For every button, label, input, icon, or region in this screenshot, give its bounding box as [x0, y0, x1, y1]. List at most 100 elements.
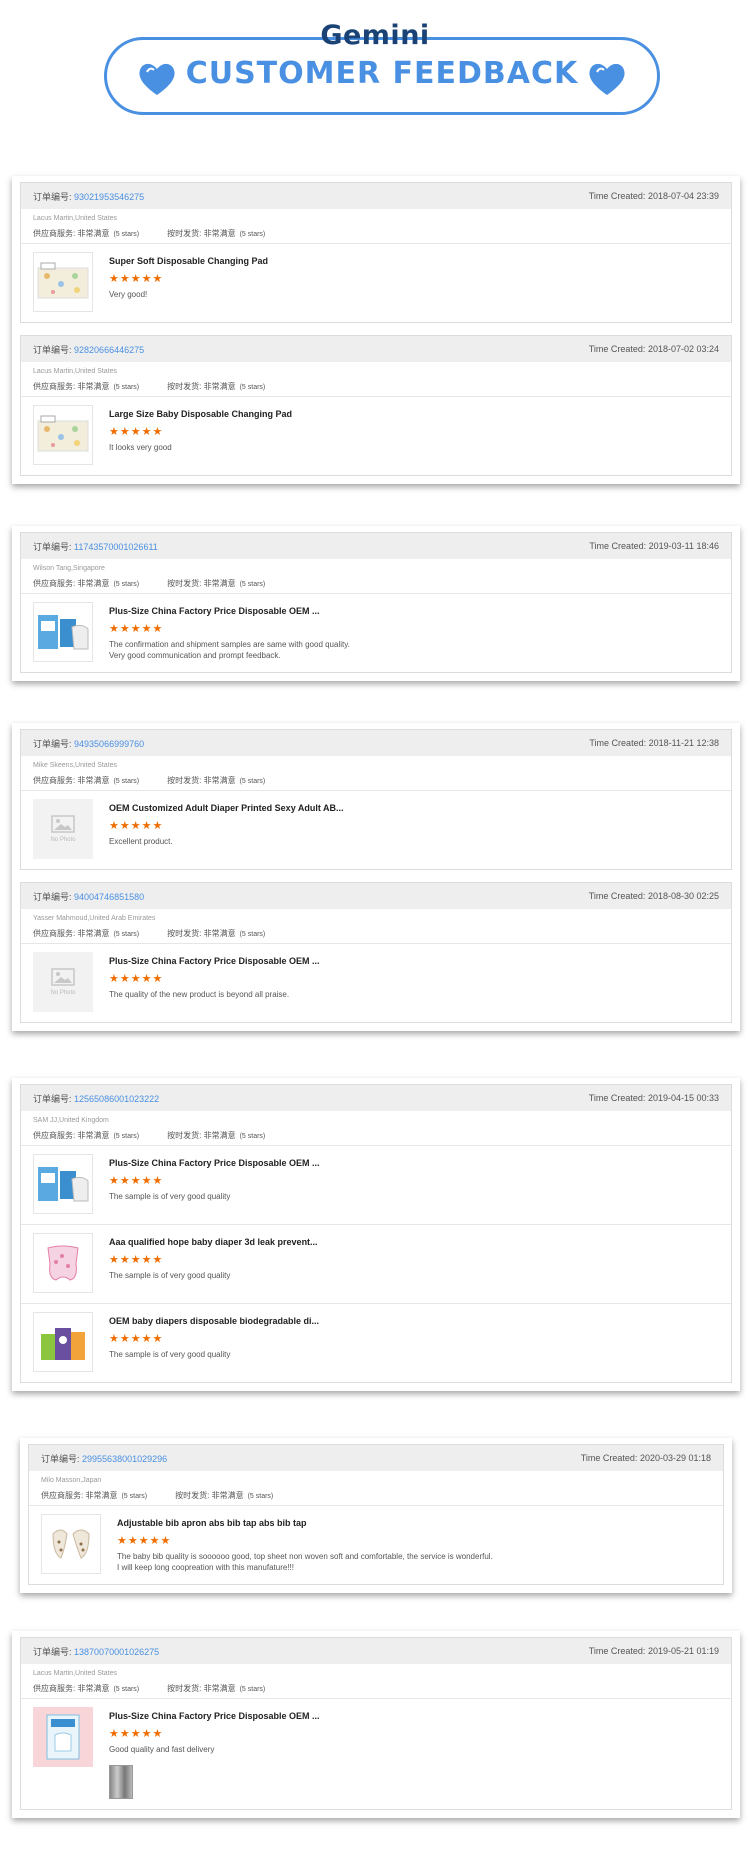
ratings-row: 供应商服务: 非常满意 (5 stars) 按时发货: 非常满意 (5 stars): [33, 1683, 719, 1694]
order-number-link[interactable]: 12565086001023222: [74, 1094, 159, 1104]
review-text: I will keep long coopreation with this m…: [117, 1563, 294, 1572]
feedback-card: 订单编号: 29955638001029296 Time Created: 20…: [20, 1438, 732, 1593]
order-number-link[interactable]: 94935066999760: [74, 739, 144, 749]
order-number-link[interactable]: 93021953546275: [74, 192, 144, 202]
product-title[interactable]: Plus-Size China Factory Price Disposable…: [109, 1158, 320, 1168]
product-thumbnail[interactable]: [33, 602, 93, 662]
order-feedback: 订单编号: 29955638001029296 Time Created: 20…: [28, 1444, 724, 1585]
supplier-service-rating: 供应商服务: 非常满意: [33, 776, 110, 785]
product-thumbnail[interactable]: No Photo: [33, 952, 93, 1012]
product-title[interactable]: Plus-Size China Factory Price Disposable…: [109, 606, 350, 616]
review-text: The baby bib quality is soooooo good, to…: [117, 1552, 493, 1561]
supplier-service-rating: 供应商服务: 非常满意: [33, 579, 110, 588]
order-header: 订单编号: 11743570001026611 Time Created: 20…: [21, 533, 731, 559]
time-created-label: Time Created:: [588, 891, 646, 901]
ratings-row: 供应商服务: 非常满意 (5 stars) 按时发货: 非常满意 (5 stars): [33, 228, 719, 239]
list-item: Super Soft Disposable Changing Pad ★★★★★…: [21, 244, 731, 322]
order-header: 订单编号: 29955638001029296 Time Created: 20…: [29, 1445, 723, 1471]
product-title[interactable]: Large Size Baby Disposable Changing Pad: [109, 409, 292, 419]
product-title[interactable]: OEM baby diapers disposable biodegradabl…: [109, 1316, 319, 1326]
delivery-rating: 按时发货: 非常满意: [175, 1491, 244, 1500]
feedback-card: 订单编号: 12565086001023222 Time Created: 20…: [12, 1078, 740, 1391]
list-item: Aaa qualified hope baby diaper 3d leak p…: [21, 1224, 731, 1303]
time-created-value: 2019-03-11 18:46: [648, 541, 719, 551]
rating-count: (5 stars): [247, 1493, 274, 1500]
rating-count: (5 stars): [113, 1686, 140, 1693]
product-thumbnail[interactable]: [33, 1233, 93, 1293]
review-text: The sample is of very good quality: [109, 1192, 231, 1201]
order-header: 订单编号: 12565086001023222 Time Created: 20…: [21, 1085, 731, 1111]
rating-count: (5 stars): [113, 384, 140, 391]
order-feedback: 订单编号: 13870070001026275 Time Created: 20…: [20, 1637, 732, 1810]
product-thumbnail[interactable]: [33, 252, 93, 312]
time-created-value: 2018-11-21 12:38: [648, 738, 719, 748]
time-created-value: 2018-08-30 02:25: [647, 891, 719, 901]
ratings-row: 供应商服务: 非常满意 (5 stars) 按时发货: 非常满意 (5 stars): [33, 928, 719, 939]
rating-count: (5 stars): [113, 231, 140, 238]
product-thumbnail[interactable]: No Photo: [33, 799, 93, 859]
list-item: No Photo Plus-Size China Factory Price D…: [21, 944, 731, 1022]
order-number-link[interactable]: 29955638001029296: [82, 1454, 167, 1464]
rating-count: (5 stars): [113, 778, 140, 785]
product-title[interactable]: Adjustable bib apron abs bib tap abs bib…: [117, 1518, 493, 1528]
product-title[interactable]: Aaa qualified hope baby diaper 3d leak p…: [109, 1237, 318, 1247]
product-title[interactable]: Super Soft Disposable Changing Pad: [109, 256, 268, 266]
feedback-card: 订单编号: 13870070001026275 Time Created: 20…: [12, 1631, 740, 1818]
rating-count: (5 stars): [113, 931, 140, 938]
product-title[interactable]: OEM Customized Adult Diaper Printed Sexy…: [109, 803, 344, 813]
review-text: Good quality and fast delivery: [109, 1745, 215, 1754]
supplier-service-rating: 供应商服务: 非常满意: [33, 1131, 110, 1140]
ratings-row: 供应商服务: 非常满意 (5 stars) 按时发货: 非常满意 (5 stars): [33, 775, 719, 786]
delivery-rating: 按时发货: 非常满意: [167, 776, 236, 785]
ratings-row: 供应商服务: 非常满意 (5 stars) 按时发货: 非常满意 (5 stars): [41, 1490, 711, 1501]
time-created-value: 2019-05-21 01:19: [647, 1646, 719, 1656]
product-thumbnail[interactable]: [33, 405, 93, 465]
order-number-label: 订单编号:: [33, 1646, 72, 1657]
delivery-rating: 按时发货: 非常满意: [167, 929, 236, 938]
order-header: 订单编号: 92820666446275 Time Created: 2018-…: [21, 336, 731, 362]
list-item: No Photo OEM Customized Adult Diaper Pri…: [21, 791, 731, 869]
review-photo[interactable]: [109, 1765, 133, 1799]
no-photo-text: No Photo: [50, 990, 76, 996]
product-thumbnail[interactable]: [33, 1312, 93, 1372]
product-title[interactable]: Plus-Size China Factory Price Disposable…: [109, 1711, 320, 1721]
star-rating: ★★★★★: [109, 426, 164, 438]
rating-count: (5 stars): [239, 1133, 266, 1140]
star-rating: ★★★★★: [109, 1175, 164, 1187]
rating-count: (5 stars): [121, 1493, 148, 1500]
star-rating: ★★★★★: [117, 1535, 172, 1547]
order-feedback: 订单编号: 92820666446275 Time Created: 2018-…: [20, 335, 732, 476]
rating-count: (5 stars): [239, 384, 266, 391]
ratings-row: 供应商服务: 非常满意 (5 stars) 按时发货: 非常满意 (5 stars): [33, 578, 719, 589]
supplier-service-rating: 供应商服务: 非常满意: [33, 1684, 110, 1693]
time-created-label: Time Created:: [588, 1093, 646, 1103]
time-created-label: Time Created:: [588, 344, 646, 354]
product-thumbnail[interactable]: [33, 1154, 93, 1214]
brand-logo: Gemini: [320, 20, 430, 51]
star-rating: ★★★★★: [109, 820, 164, 832]
star-rating: ★★★★★: [109, 273, 164, 285]
order-number-link[interactable]: 94004746851580: [74, 892, 144, 902]
star-rating: ★★★★★: [109, 623, 164, 635]
order-number-link[interactable]: 13870070001026275: [74, 1647, 159, 1657]
buyer-name: Lacus Martin,United States: [33, 215, 118, 222]
time-created-value: 2019-04-15 00:33: [647, 1093, 719, 1103]
order-number-label: 订单编号:: [33, 1093, 72, 1104]
order-number-link[interactable]: 92820666446275: [74, 345, 144, 355]
order-feedback: 订单编号: 94004746851580 Time Created: 2018-…: [20, 882, 732, 1023]
order-header: 订单编号: 13870070001026275 Time Created: 20…: [21, 1638, 731, 1664]
order-header: 订单编号: 93021953546275 Time Created: 2018-…: [21, 183, 731, 209]
order-number-label: 订单编号:: [33, 344, 72, 355]
supplier-service-rating: 供应商服务: 非常满意: [33, 382, 110, 391]
buyer-name: Wilson Tang,Singapore: [33, 565, 105, 572]
product-thumbnail[interactable]: [33, 1707, 93, 1767]
time-created-value: 2020-03-29 01:18: [639, 1453, 711, 1463]
product-title[interactable]: Plus-Size China Factory Price Disposable…: [109, 956, 320, 966]
order-number-label: 订单编号:: [33, 738, 72, 749]
star-rating: ★★★★★: [109, 1333, 164, 1345]
review-text: It looks very good: [109, 443, 172, 452]
page-title: CUSTOMER FEEDBACK: [185, 56, 579, 91]
rating-count: (5 stars): [239, 931, 266, 938]
order-number-link[interactable]: 11743570001026611: [74, 542, 158, 552]
product-thumbnail[interactable]: [41, 1514, 101, 1574]
